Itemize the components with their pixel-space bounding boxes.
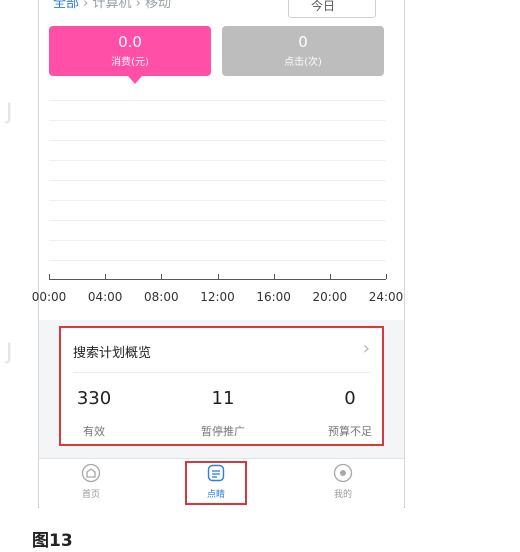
- x-tick: [105, 274, 107, 279]
- search-plan-overview[interactable]: 搜索计划概览 › 330 有效 11 暂停推广 0 预算不足: [59, 326, 384, 446]
- tab-label: 点睛: [206, 490, 225, 500]
- top-bar: 全部 › 计算机 › 移动 今日: [39, 0, 404, 20]
- x-tick-label: 24:00: [368, 290, 404, 304]
- x-tick: [329, 274, 331, 279]
- selected-pointer: [128, 76, 142, 84]
- watermark: J: [6, 100, 13, 125]
- figure-caption: 图13: [32, 531, 73, 551]
- x-tick-label: 12:00: [200, 290, 235, 304]
- tab-mine[interactable]: 我的: [313, 463, 373, 500]
- x-tick-label: 08:00: [144, 290, 179, 304]
- x-tick: [217, 274, 219, 279]
- metric-spend-label: 消费(元): [111, 57, 149, 68]
- date-range-select[interactable]: 今日: [288, 0, 376, 18]
- metric-clicks-card[interactable]: 0 点击(次): [222, 26, 384, 76]
- stat-label: 有效: [83, 425, 105, 438]
- chart-panel: 0.0 消费(元) 0 点击(次) 00:00 04:00 08:00 12:00 16…: [32, 20, 404, 320]
- x-tick-label: 00:00: [31, 290, 67, 304]
- profile-icon: [333, 463, 353, 483]
- x-axis: [49, 279, 386, 280]
- chevron-right-icon[interactable]: ›: [363, 338, 370, 359]
- x-tick-label: 20:00: [312, 290, 348, 304]
- metric-spend-card[interactable]: 0.0 消费(元): [49, 26, 211, 76]
- grid-line: [49, 100, 386, 101]
- stat-value: 0: [344, 388, 356, 409]
- stat-value: 330: [76, 388, 112, 409]
- bottom-tab-bar: 首页 点睛 我的: [39, 458, 404, 508]
- home-icon: [81, 463, 101, 483]
- breadcrumb[interactable]: 全部 › 计算机 › 移动: [53, 0, 171, 11]
- list-icon: [207, 464, 225, 482]
- tab-label: 首页: [81, 490, 100, 500]
- tab-plan[interactable]: 点睛: [185, 461, 247, 505]
- metric-clicks-value: 0: [298, 33, 308, 51]
- grid-line: [49, 260, 386, 261]
- stat-label: 暂停推广: [201, 425, 245, 438]
- stat-budget-insufficient[interactable]: 0 预算不足: [305, 388, 395, 439]
- grid-line: [49, 120, 386, 121]
- stat-value: 11: [211, 388, 235, 409]
- grid-line: [49, 240, 386, 241]
- metric-clicks-label: 点击(次): [284, 57, 322, 68]
- x-tick: [386, 274, 387, 279]
- tab-home[interactable]: 首页: [61, 463, 121, 500]
- phone-screen: 全部 › 计算机 › 移动 今日 0.0 消费(元) 0 点击(次) 00:00…: [32, 0, 405, 508]
- grid-line: [49, 200, 386, 201]
- x-tick: [273, 274, 275, 279]
- x-tick-label: 04:00: [87, 290, 123, 304]
- breadcrumb-rest: › 计算机 › 移动: [79, 0, 171, 11]
- metric-spend-value: 0.0: [118, 33, 142, 51]
- stat-paused[interactable]: 11 暂停推广: [178, 388, 268, 439]
- watermark: J: [6, 340, 13, 365]
- x-tick: [49, 274, 50, 279]
- overview-title: 搜索计划概览: [73, 346, 152, 361]
- x-tick-label: 16:00: [256, 290, 291, 304]
- stat-label: 预算不足: [328, 425, 372, 438]
- divider: [73, 372, 370, 373]
- stat-valid[interactable]: 330 有效: [49, 388, 139, 439]
- tab-label: 我的: [333, 490, 352, 500]
- grid-line: [49, 180, 386, 181]
- grid-line: [49, 140, 386, 141]
- grid-line: [49, 220, 386, 221]
- x-tick: [161, 274, 163, 279]
- grid-line: [49, 160, 386, 161]
- breadcrumb-active[interactable]: 全部: [53, 0, 79, 11]
